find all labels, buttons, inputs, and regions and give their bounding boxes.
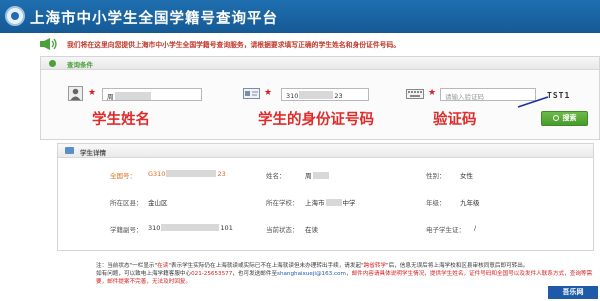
secondary-id-value: 310 101 — [148, 224, 233, 232]
e-student-card-label: 电子学生证： — [426, 226, 465, 234]
app-header: 上海市中小学生全国学籍号查询平台 — [0, 0, 600, 33]
redacted-block — [312, 172, 329, 179]
required-mark: ★ — [264, 88, 273, 98]
status-value: 在读 — [305, 226, 318, 234]
id-card-icon — [243, 88, 260, 99]
secondary-id-label: 学籍副号： — [110, 226, 143, 234]
name-input[interactable]: 周 — [102, 88, 202, 101]
national-id-value: G310 23 — [148, 170, 226, 178]
id-input-prefix: 310 — [286, 92, 299, 100]
annotation-id-number: 学生的身份证号码 — [258, 112, 374, 128]
search-button[interactable]: 搜索 — [541, 111, 588, 126]
notes-highlight: 跨省转学 — [363, 263, 387, 269]
name-value: 周 — [305, 170, 330, 180]
required-mark: ★ — [428, 88, 437, 98]
notice-text: 我们将在这里向您提供上海市中小学生全国学籍号查询服务，请根据要求填写正确的学生姓… — [67, 41, 401, 49]
hotline-number: 021-25653577 — [191, 271, 233, 277]
search-button-label: 搜索 — [562, 114, 577, 122]
grade-value: 九年级 — [460, 199, 480, 207]
notice-bar: 我们将在这里向您提供上海市中小学生全国学籍号查询服务，请根据要求填写正确的学生姓… — [40, 37, 600, 51]
grade-label: 年级： — [426, 199, 446, 207]
e-student-card-value: / — [474, 224, 477, 232]
id-input-suffix: 23 — [334, 92, 343, 100]
name-value-text: 周 — [305, 172, 312, 180]
required-mark: ★ — [88, 88, 97, 98]
school-value: 上海市 中学 — [305, 197, 356, 207]
secondary-id-prefix: 310 — [148, 224, 161, 232]
notes-prefix: 注： — [96, 263, 108, 269]
notes-text-part: "表示学生实际仍在上海就读或实际已不在上海就读但未办理转出手续，请发起" — [168, 263, 364, 269]
user-icon — [68, 86, 83, 101]
redacted-block — [166, 170, 217, 177]
notes-text-part: 当前状态"一栏显示" — [107, 263, 158, 269]
name-label: 姓名： — [266, 172, 286, 180]
contact-email-link[interactable]: shanghaixueji@163.com — [277, 271, 346, 277]
district-value: 金山区 — [148, 199, 168, 207]
notes-text-part: 如有问题，可以致电上海学籍客服中心 — [96, 271, 192, 277]
gender-value: 女性 — [460, 172, 473, 180]
query-panel-header: 查询条件 — [41, 57, 599, 70]
status-label: 当前状态： — [266, 226, 299, 234]
national-id-label: 全国号： — [110, 172, 136, 180]
annotation-captcha: 验证码 — [433, 112, 477, 128]
annotation-student-name: 学生姓名 — [92, 112, 150, 128]
name-input-value: 周 — [107, 93, 114, 101]
redacted-block — [325, 199, 342, 206]
notes-text: 注：当前状态"一栏显示"在读"表示学生实际仍在上海就读或实际已不在上海就读但未办… — [96, 262, 596, 286]
school-value-suffix: 中学 — [342, 199, 356, 207]
gender-label: 性别： — [426, 172, 446, 180]
school-label: 所在学校： — [266, 199, 299, 207]
annotation-stroke — [517, 96, 549, 108]
notes-highlight: 在读 — [157, 263, 169, 269]
secondary-id-suffix: 101 — [220, 224, 233, 232]
search-icon — [552, 115, 559, 121]
school-value-prefix: 上海市 — [305, 199, 325, 207]
notes-text-part: "后，信息无误后将上海学校和区县审核同意后即可转出。 — [386, 263, 529, 269]
id-number-input[interactable]: 310 23 — [281, 88, 369, 101]
captcha-image[interactable]: TST1 — [547, 91, 597, 102]
details-panel-title: 学生详情 — [80, 149, 106, 157]
keyboard-icon — [406, 89, 424, 99]
details-panel-header: 学生详情 — [58, 144, 593, 158]
query-panel-title: 查询条件 — [67, 61, 93, 69]
notes-text-part: ，也可发送邮件至 — [232, 271, 278, 277]
details-icon — [65, 147, 74, 154]
logo-icon — [5, 6, 25, 26]
query-dot-icon — [49, 60, 56, 67]
site-watermark: 吾乐网 — [548, 286, 598, 299]
redacted-block — [161, 224, 220, 231]
national-id-suffix: 23 — [217, 170, 226, 178]
speaker-icon — [40, 38, 57, 50]
national-id-prefix: G310 — [148, 170, 166, 178]
redacted-block — [114, 92, 151, 100]
redacted-block — [299, 91, 334, 99]
captcha-placeholder: 请输入验证码 — [445, 93, 484, 101]
page-title: 上海市中小学生全国学籍号查询平台 — [30, 11, 278, 27]
district-label: 所在区县： — [110, 199, 143, 207]
